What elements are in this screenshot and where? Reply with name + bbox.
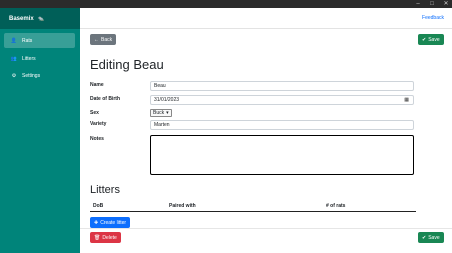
name-value: Beau xyxy=(154,83,166,89)
check-icon: ✔ xyxy=(422,234,427,241)
save-button-top[interactable]: ✔ Save xyxy=(418,34,444,45)
sidebar-item-label: Litters xyxy=(22,55,36,62)
column-paired-with: Paired with xyxy=(169,203,196,209)
main-content: Feedback ← Back ✔ Save Editing Beau Name… xyxy=(80,8,452,253)
variety-label: Variety xyxy=(90,121,107,127)
save-button-bottom[interactable]: ✔ Save xyxy=(418,232,444,243)
brand[interactable]: Basemix 🐀 xyxy=(0,8,80,29)
footer-divider xyxy=(80,228,452,229)
sex-select[interactable]: Buck ▾ xyxy=(150,109,172,117)
window-titlebar: – □ ✕ xyxy=(0,0,452,8)
sex-value: Buck xyxy=(153,110,165,116)
sidebar: Basemix 🐀 👤 Rats 👥 Litters ⚙ Settings xyxy=(0,8,80,253)
feedback-link[interactable]: Feedback xyxy=(422,15,444,21)
user-icon: 👤 xyxy=(10,37,18,44)
save-button-label: Save xyxy=(428,234,440,241)
name-field[interactable]: Beau xyxy=(150,81,414,91)
notes-label: Notes xyxy=(90,136,104,142)
variety-value: Marten xyxy=(154,122,170,128)
create-litter-button[interactable]: ✚ Create litter xyxy=(90,217,131,228)
calendar-icon[interactable]: ▦ xyxy=(404,97,409,103)
users-icon: 👥 xyxy=(10,55,18,62)
table-header-divider xyxy=(90,211,416,212)
window-controls: – □ ✕ xyxy=(414,0,450,8)
page-title: Editing Beau xyxy=(90,57,164,72)
notes-textarea[interactable] xyxy=(150,135,414,175)
dob-field[interactable]: 31/01/2023 ▦ xyxy=(150,95,414,105)
name-label: Name xyxy=(90,82,104,88)
back-button-label: Back xyxy=(101,36,113,43)
chevron-down-icon: ▾ xyxy=(166,110,169,116)
close-icon[interactable]: ✕ xyxy=(442,0,450,8)
delete-button[interactable]: 🗑 Delete xyxy=(90,232,121,243)
minimize-icon[interactable]: – xyxy=(414,0,422,8)
sidebar-item-label: Rats xyxy=(22,37,33,44)
back-button[interactable]: ← Back xyxy=(90,34,117,45)
save-button-label: Save xyxy=(428,36,440,43)
top-bar: Feedback xyxy=(80,8,452,29)
dob-value: 31/01/2023 xyxy=(154,97,180,103)
litters-heading: Litters xyxy=(90,184,120,196)
arrow-left-icon: ← xyxy=(94,36,99,43)
variety-field[interactable]: Marten xyxy=(150,120,414,130)
dob-label: Date of Birth xyxy=(90,96,120,102)
brand-name: Basemix xyxy=(9,15,34,22)
plus-icon: ✚ xyxy=(94,219,99,226)
sidebar-item-rats[interactable]: 👤 Rats xyxy=(4,33,75,48)
check-icon: ✔ xyxy=(422,36,427,43)
create-litter-label: Create litter xyxy=(100,219,127,226)
sidebar-item-litters[interactable]: 👥 Litters xyxy=(4,51,75,66)
delete-button-label: Delete xyxy=(102,234,117,241)
trash-icon: 🗑 xyxy=(94,234,101,241)
rat-icon: 🐀 xyxy=(37,15,44,22)
maximize-icon[interactable]: □ xyxy=(428,0,436,8)
sidebar-item-label: Settings xyxy=(22,72,41,79)
column-dob: DoB xyxy=(93,203,104,209)
gear-icon: ⚙ xyxy=(11,72,17,79)
sidebar-item-settings[interactable]: ⚙ Settings xyxy=(4,68,75,83)
sex-label: Sex xyxy=(90,110,99,116)
column-rat-count: # of rats xyxy=(326,203,346,209)
